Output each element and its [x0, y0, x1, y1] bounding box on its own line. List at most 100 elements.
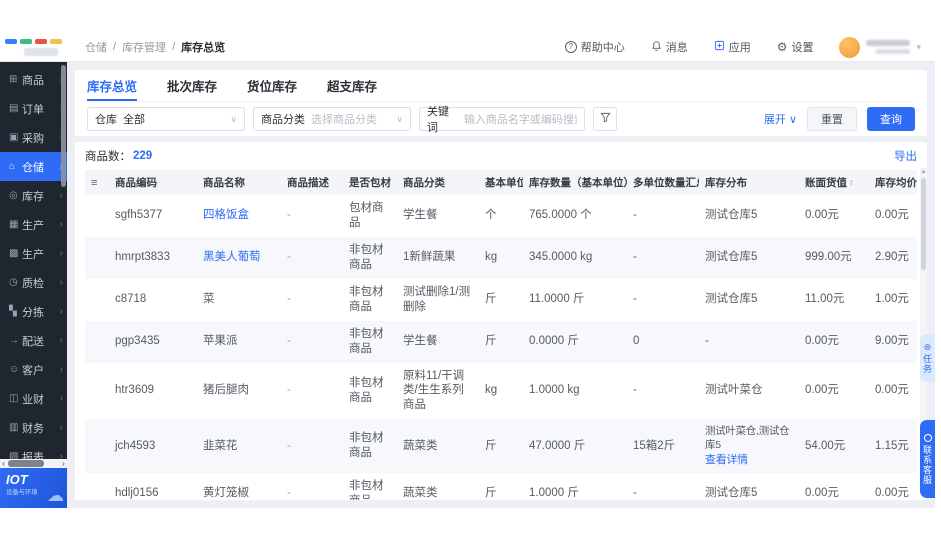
warehouse-select[interactable]: 仓库 全部 ∨ [87, 107, 245, 131]
cell-name: 菜 [203, 293, 215, 306]
cell-desc: - [287, 487, 291, 500]
reset-button[interactable]: 重置 [807, 107, 857, 131]
cell-qty: 1.0000 斤 [529, 487, 579, 500]
cell-select [85, 336, 109, 348]
chevron-right-icon: › [59, 422, 63, 433]
sidebar-item-delivery[interactable]: → 配送 › [0, 326, 67, 355]
sidebar-item-quality[interactable]: ◷ 质检 › [0, 268, 67, 297]
app-logo[interactable] [0, 33, 67, 62]
tab-batch[interactable]: 批次库存 [167, 70, 217, 101]
breadcrumb-item[interactable]: 仓储 [85, 39, 107, 55]
breadcrumb-item[interactable]: 库存管理 [122, 39, 166, 55]
cell-desc: - [287, 335, 291, 348]
column-label: 基本单位 [485, 177, 523, 189]
scrollbar-thumb[interactable] [8, 460, 44, 467]
delivery-icon: → [9, 335, 19, 346]
cell-name[interactable]: 四格饭盒 [197, 202, 281, 229]
chevron-right-icon: › [59, 306, 63, 317]
sidebar-item-inventory[interactable]: ◎ 库存 › [0, 181, 67, 210]
messages-button[interactable]: 消息 [651, 39, 688, 55]
sidebar-item-production-2[interactable]: ▩ 生产 › [0, 239, 67, 268]
distribution-text: 测试仓库5 [705, 251, 758, 264]
category-select[interactable]: 商品分类 选择商品分类 ∨ [253, 107, 411, 131]
cell-unit: kg [485, 251, 498, 264]
cell-avg: 0.00元 [875, 487, 909, 500]
cell-book: 54.00元 [805, 439, 846, 452]
sidebar-item-warehouse[interactable]: ⌂仓储› [0, 152, 67, 181]
tab-location[interactable]: 货位库存 [247, 70, 297, 101]
cell-desc: - [287, 384, 291, 397]
breadcrumb-separator: / [172, 41, 176, 53]
scrollbar-thumb[interactable] [921, 178, 926, 270]
user-menu[interactable]: ▾ [839, 36, 921, 58]
contact-support-button[interactable]: 联系客服 [920, 420, 935, 498]
settings-button[interactable]: ⚙ 设置 [777, 39, 814, 55]
sidebar-item-production[interactable]: ▦ 生产 › [0, 210, 67, 239]
breadcrumb-current: 库存总览 [181, 42, 226, 54]
cell-pack: 包材商品 [349, 202, 384, 229]
sidebar-horizontal-scrollbar[interactable]: ‹ › [0, 459, 67, 468]
cell-dist: 测试仓库5 [699, 244, 799, 271]
table-vertical-scrollbar[interactable]: ▲ ▼ [920, 168, 927, 436]
chevron-down-icon: ∨ [230, 113, 237, 124]
distribution-text: - [705, 335, 709, 348]
scroll-right-icon[interactable]: › [60, 459, 67, 468]
sidebar-item-label: 质检 [22, 277, 44, 290]
column-settings-icon[interactable]: ≡ [91, 177, 97, 189]
sidebar-item-customers[interactable]: ☺ 客户 › [0, 355, 67, 384]
column-header[interactable]: 账面货值 ▲ ▼ [799, 170, 869, 195]
sidebar-item-finance[interactable]: ▥ 财务 › [0, 413, 67, 442]
column-label: 库存数量（基本单位） [529, 177, 627, 189]
column-label: 是否包材 [349, 177, 391, 189]
sidebar-item-goods[interactable]: ⊞商品› [0, 65, 67, 94]
apps-button[interactable]: 应用 [714, 39, 751, 55]
cell-multi: - [633, 209, 637, 222]
scroll-up-icon[interactable]: ▲ [920, 168, 927, 176]
distribution-text: 测试仓库5 [705, 293, 758, 306]
sidebar-item-orders[interactable]: ▤订单› [0, 94, 67, 123]
cell-qty: 47.0000 斤 [529, 439, 586, 452]
sidebar-item-label: 仓储 [22, 161, 44, 174]
task-drawer-button[interactable]: ⊜ 任务 [920, 334, 935, 382]
help-center-button[interactable]: ? 帮助中心 [564, 39, 625, 55]
sidebar-item-purchase[interactable]: ▣采购› [0, 123, 67, 152]
cell-name[interactable]: 黑美人葡萄 [197, 244, 281, 271]
export-button[interactable]: 导出 [894, 148, 917, 164]
iot-panel[interactable]: IOT 设备与环境 ☁ [0, 468, 67, 508]
advanced-filter-button[interactable] [593, 107, 617, 131]
cell-select [85, 210, 109, 222]
cell-avg: 9.00元 [875, 335, 909, 348]
column-label: 商品名称 [203, 177, 245, 189]
sort-icon[interactable]: ▲ ▼ [849, 178, 854, 187]
cell-desc: - [287, 209, 291, 222]
scroll-left-icon[interactable]: ‹ [0, 459, 7, 468]
view-details-link[interactable]: 查看详情 [705, 453, 795, 467]
sidebar-vertical-scrollbar[interactable] [61, 65, 66, 187]
column-label: 商品分类 [403, 177, 445, 189]
avatar [839, 36, 861, 58]
cell-multi: - [633, 293, 637, 306]
cell-pack: 非包材商品 [349, 479, 384, 500]
cell-dist: 测试叶菜仓 [699, 377, 799, 404]
app-window: 仓储 / 库存管理 / 库存总览 ? 帮助中心 消息 应用 ⚙ 设置 ▾ ⊞ 商… [0, 33, 935, 508]
cell-name: 黄灯笼椒 [203, 487, 249, 500]
column-header: 商品名称 [197, 170, 281, 195]
tab-overview[interactable]: 库存总览 [87, 70, 138, 101]
sidebar-item-biz-finance[interactable]: ◫ 业财 › [0, 384, 67, 413]
cell-name: 猪后腿肉 [203, 384, 249, 397]
iot-title: IOT [6, 472, 28, 487]
column-header: 商品描述 [281, 170, 343, 195]
expand-toggle[interactable]: 展开 ∨ [764, 111, 797, 127]
column-label: 商品编码 [115, 177, 157, 189]
column-header[interactable]: 库存数量（基本单位）▲▼ [523, 170, 627, 195]
sidebar-item-label: 采购 [22, 132, 44, 145]
cell-dist: 测试仓库5 [699, 480, 799, 500]
cell-avg: 1.00元 [875, 293, 909, 306]
username-redacted [866, 40, 911, 54]
sidebar-item-label: 分拣 [22, 306, 44, 319]
search-button[interactable]: 查询 [867, 107, 915, 131]
keyword-input[interactable]: 关键词 输入商品名字或编码搜索 [419, 106, 585, 134]
tab-overdraft[interactable]: 超支库存 [327, 70, 377, 101]
filter-bar: 仓库 全部 ∨ 商品分类 选择商品分类 ∨ 关键词 输入商品名字或编码搜索 展开… [87, 106, 915, 134]
sidebar-item-sorting[interactable]: ▚ 分拣 › [0, 297, 67, 326]
